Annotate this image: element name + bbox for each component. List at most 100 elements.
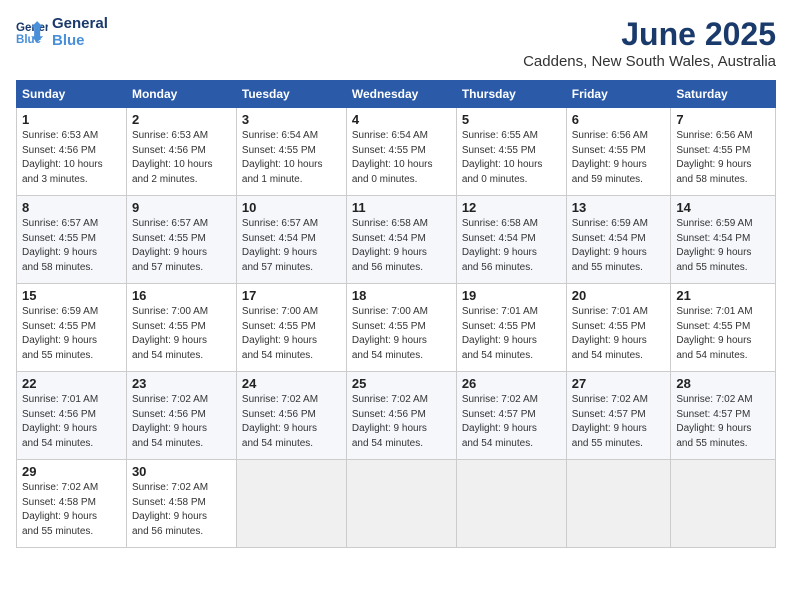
day-number: 8: [22, 200, 121, 215]
calendar-day-cell: 19 Sunrise: 7:01 AM Sunset: 4:55 PM Dayli…: [456, 284, 566, 372]
day-number: 1: [22, 112, 121, 127]
header: General Blue General Blue June 2025 Cadd…: [16, 16, 776, 70]
day-detail: Sunrise: 7:02 AM Sunset: 4:57 PM Dayligh…: [462, 393, 561, 451]
calendar-day-cell: [346, 460, 456, 548]
calendar-day-cell: 6 Sunrise: 6:56 AM Sunset: 4:55 PM Daylig…: [566, 108, 671, 196]
day-number: 24: [242, 376, 341, 391]
day-number: 14: [676, 200, 770, 215]
calendar-day-cell: 2 Sunrise: 6:53 AM Sunset: 4:56 PM Daylig…: [126, 108, 236, 196]
calendar-day-cell: 17 Sunrise: 7:00 AM Sunset: 4:55 PM Dayli…: [236, 284, 346, 372]
day-detail: Sunrise: 7:01 AM Sunset: 4:56 PM Dayligh…: [22, 393, 121, 451]
day-number: 10: [242, 200, 341, 215]
calendar-table: SundayMondayTuesdayWednesdayThursdayFrid…: [16, 80, 776, 548]
calendar-week-row: 1 Sunrise: 6:53 AM Sunset: 4:56 PM Daylig…: [17, 108, 776, 196]
day-detail: Sunrise: 6:53 AM Sunset: 4:56 PM Dayligh…: [22, 129, 121, 187]
day-detail: Sunrise: 7:00 AM Sunset: 4:55 PM Dayligh…: [352, 305, 451, 363]
calendar-header-row: SundayMondayTuesdayWednesdayThursdayFrid…: [17, 81, 776, 108]
weekday-header-sunday: Sunday: [17, 81, 127, 108]
weekday-header-friday: Friday: [566, 81, 671, 108]
calendar-day-cell: 5Sunrise: 6:55 AM Sunset: 4:55 PM Daylig…: [456, 108, 566, 196]
calendar-day-cell: 8 Sunrise: 6:57 AM Sunset: 4:55 PM Daylig…: [17, 196, 127, 284]
day-detail: Sunrise: 7:02 AM Sunset: 4:58 PM Dayligh…: [132, 481, 231, 539]
day-detail: Sunrise: 6:57 AM Sunset: 4:55 PM Dayligh…: [132, 217, 231, 275]
day-number: 3: [242, 112, 341, 127]
calendar-week-row: 29 Sunrise: 7:02 AM Sunset: 4:58 PM Dayli…: [17, 460, 776, 548]
day-detail: Sunrise: 6:56 AM Sunset: 4:55 PM Dayligh…: [572, 129, 666, 187]
day-detail: Sunrise: 6:55 AM Sunset: 4:55 PM Dayligh…: [462, 129, 561, 187]
day-number: 21: [676, 288, 770, 303]
calendar-day-cell: 22 Sunrise: 7:01 AM Sunset: 4:56 PM Dayli…: [17, 372, 127, 460]
day-number: 7: [676, 112, 770, 127]
day-detail: Sunrise: 7:00 AM Sunset: 4:55 PM Dayligh…: [242, 305, 341, 363]
day-number: 23: [132, 376, 231, 391]
calendar-day-cell: 30 Sunrise: 7:02 AM Sunset: 4:58 PM Dayli…: [126, 460, 236, 548]
svg-text:General: General: [16, 22, 48, 34]
logo: General Blue General Blue: [16, 16, 108, 49]
day-number: 28: [676, 376, 770, 391]
weekday-header-thursday: Thursday: [456, 81, 566, 108]
day-number: 25: [352, 376, 451, 391]
day-detail: Sunrise: 6:59 AM Sunset: 4:54 PM Dayligh…: [572, 217, 666, 275]
day-detail: Sunrise: 7:00 AM Sunset: 4:55 PM Dayligh…: [132, 305, 231, 363]
day-number: 13: [572, 200, 666, 215]
weekday-header-saturday: Saturday: [671, 81, 776, 108]
calendar-day-cell: 1 Sunrise: 6:53 AM Sunset: 4:56 PM Daylig…: [17, 108, 127, 196]
weekday-header-wednesday: Wednesday: [346, 81, 456, 108]
calendar-day-cell: 24Sunrise: 7:02 AM Sunset: 4:56 PM Dayli…: [236, 372, 346, 460]
calendar-day-cell: [671, 460, 776, 548]
calendar-day-cell: 12 Sunrise: 6:58 AM Sunset: 4:54 PM Dayli…: [456, 196, 566, 284]
day-detail: Sunrise: 7:02 AM Sunset: 4:58 PM Dayligh…: [22, 481, 121, 539]
day-detail: Sunrise: 7:01 AM Sunset: 4:55 PM Dayligh…: [572, 305, 666, 363]
day-number: 16: [132, 288, 231, 303]
calendar-day-cell: 26Sunrise: 7:02 AM Sunset: 4:57 PM Dayli…: [456, 372, 566, 460]
day-number: 17: [242, 288, 341, 303]
day-detail: Sunrise: 6:57 AM Sunset: 4:55 PM Dayligh…: [22, 217, 121, 275]
calendar-day-cell: 18 Sunrise: 7:00 AM Sunset: 4:55 PM Dayli…: [346, 284, 456, 372]
calendar-week-row: 15Sunrise: 6:59 AM Sunset: 4:55 PM Dayli…: [17, 284, 776, 372]
day-detail: Sunrise: 6:53 AM Sunset: 4:56 PM Dayligh…: [132, 129, 231, 187]
day-detail: Sunrise: 7:02 AM Sunset: 4:56 PM Dayligh…: [352, 393, 451, 451]
calendar-day-cell: 25 Sunrise: 7:02 AM Sunset: 4:56 PM Dayli…: [346, 372, 456, 460]
calendar-day-cell: [456, 460, 566, 548]
day-detail: Sunrise: 6:54 AM Sunset: 4:55 PM Dayligh…: [242, 129, 341, 187]
calendar-day-cell: 15Sunrise: 6:59 AM Sunset: 4:55 PM Dayli…: [17, 284, 127, 372]
day-detail: Sunrise: 6:59 AM Sunset: 4:54 PM Dayligh…: [676, 217, 770, 275]
weekday-header-monday: Monday: [126, 81, 236, 108]
calendar-day-cell: 10 Sunrise: 6:57 AM Sunset: 4:54 PM Dayli…: [236, 196, 346, 284]
weekday-header-tuesday: Tuesday: [236, 81, 346, 108]
day-number: 19: [462, 288, 561, 303]
calendar-day-cell: 3 Sunrise: 6:54 AM Sunset: 4:55 PM Daylig…: [236, 108, 346, 196]
calendar-day-cell: 9 Sunrise: 6:57 AM Sunset: 4:55 PM Daylig…: [126, 196, 236, 284]
day-number: 11: [352, 200, 451, 215]
day-number: 18: [352, 288, 451, 303]
day-detail: Sunrise: 7:01 AM Sunset: 4:55 PM Dayligh…: [462, 305, 561, 363]
day-number: 6: [572, 112, 666, 127]
day-number: 20: [572, 288, 666, 303]
calendar-day-cell: 11Sunrise: 6:58 AM Sunset: 4:54 PM Dayli…: [346, 196, 456, 284]
day-number: 4: [352, 112, 451, 127]
day-detail: Sunrise: 6:57 AM Sunset: 4:54 PM Dayligh…: [242, 217, 341, 275]
calendar-day-cell: [566, 460, 671, 548]
day-number: 30: [132, 464, 231, 479]
logo-blue: Blue: [52, 33, 108, 50]
day-detail: Sunrise: 6:56 AM Sunset: 4:55 PM Dayligh…: [676, 129, 770, 187]
calendar-day-cell: 7 Sunrise: 6:56 AM Sunset: 4:55 PM Daylig…: [671, 108, 776, 196]
calendar-day-cell: 4Sunrise: 6:54 AM Sunset: 4:55 PM Daylig…: [346, 108, 456, 196]
day-detail: Sunrise: 6:58 AM Sunset: 4:54 PM Dayligh…: [462, 217, 561, 275]
calendar-week-row: 8 Sunrise: 6:57 AM Sunset: 4:55 PM Daylig…: [17, 196, 776, 284]
calendar-day-cell: 27Sunrise: 7:02 AM Sunset: 4:57 PM Dayli…: [566, 372, 671, 460]
day-detail: Sunrise: 7:02 AM Sunset: 4:57 PM Dayligh…: [572, 393, 666, 451]
day-number: 2: [132, 112, 231, 127]
calendar-day-cell: 21Sunrise: 7:01 AM Sunset: 4:55 PM Dayli…: [671, 284, 776, 372]
calendar-day-cell: 29 Sunrise: 7:02 AM Sunset: 4:58 PM Dayli…: [17, 460, 127, 548]
day-number: 12: [462, 200, 561, 215]
day-detail: Sunrise: 7:02 AM Sunset: 4:57 PM Dayligh…: [676, 393, 770, 451]
calendar-day-cell: [236, 460, 346, 548]
day-number: 9: [132, 200, 231, 215]
calendar-subtitle: Caddens, New South Wales, Australia: [523, 53, 776, 70]
day-number: 22: [22, 376, 121, 391]
calendar-day-cell: 16 Sunrise: 7:00 AM Sunset: 4:55 PM Dayli…: [126, 284, 236, 372]
day-number: 29: [22, 464, 121, 479]
calendar-title: June 2025: [523, 16, 776, 53]
calendar-day-cell: 28 Sunrise: 7:02 AM Sunset: 4:57 PM Dayli…: [671, 372, 776, 460]
